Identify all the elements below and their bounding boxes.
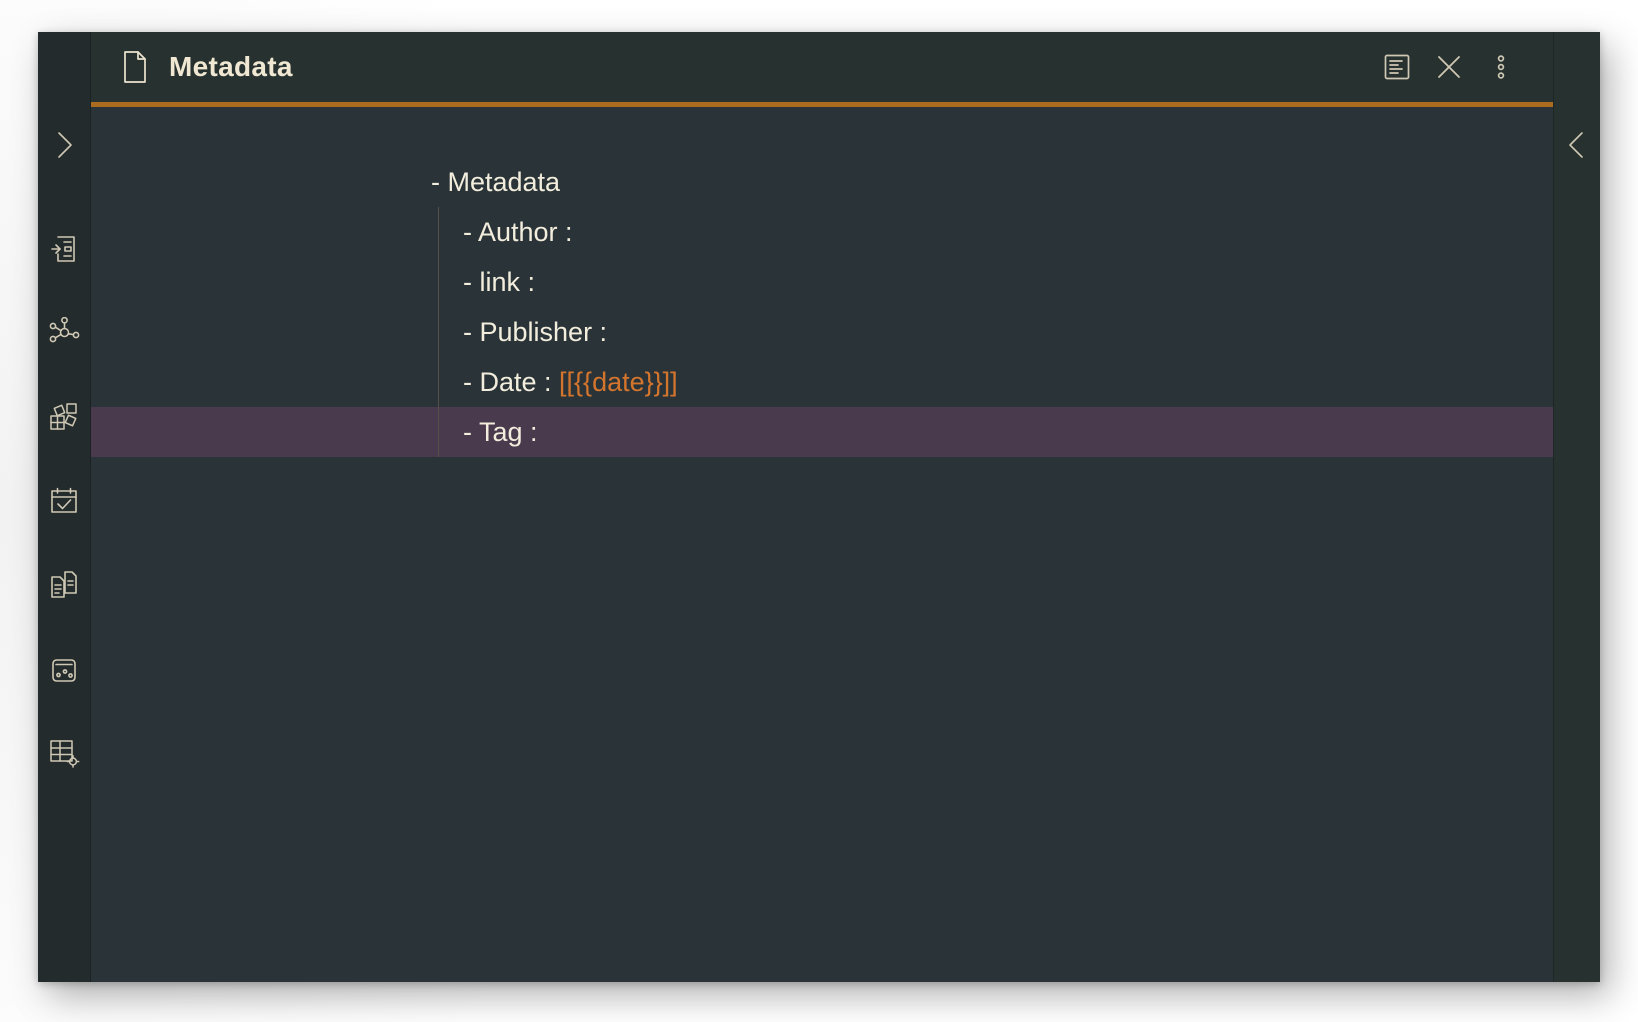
document-import-icon bbox=[49, 234, 79, 264]
sidebar-item-blocks[interactable] bbox=[38, 390, 91, 443]
close-x-icon bbox=[1434, 52, 1464, 82]
outline-row[interactable]: - Date : [[{{date}}]] bbox=[91, 357, 1553, 407]
collapse-panel-button[interactable] bbox=[1554, 118, 1600, 171]
sidebar-item-graph-view[interactable] bbox=[38, 306, 91, 359]
outline-row-selected[interactable]: - Tag : bbox=[91, 407, 1553, 457]
page-backdrop: Metadata bbox=[0, 0, 1638, 1022]
outline-row[interactable]: - link : bbox=[91, 257, 1553, 307]
outline-row-text: - Metadata bbox=[431, 167, 560, 198]
page-title: Metadata bbox=[169, 51, 293, 83]
outline-row-label: - Date : bbox=[463, 367, 559, 397]
indent-guide bbox=[438, 207, 439, 257]
outline-row-text: - Author : bbox=[463, 217, 573, 248]
indent-guide bbox=[438, 407, 439, 457]
sidebar-item-collection[interactable] bbox=[38, 642, 91, 695]
outline-row[interactable]: - Metadata bbox=[91, 157, 1553, 207]
indent-guide bbox=[438, 357, 439, 407]
indent-guide bbox=[438, 257, 439, 307]
note-header: Metadata bbox=[91, 32, 1553, 102]
sidebar-item-documents[interactable] bbox=[38, 558, 91, 611]
outline-row[interactable]: - Author : bbox=[91, 207, 1553, 257]
indent-guide bbox=[438, 307, 439, 357]
outline-row-text: - Publisher : bbox=[463, 317, 607, 348]
jar-icon bbox=[49, 654, 79, 684]
calendar-check-icon bbox=[49, 486, 79, 516]
sidebar-item-table-settings[interactable] bbox=[38, 726, 91, 779]
outline-list: - Metadata - Author : - link : - Publish… bbox=[91, 157, 1553, 457]
table-gear-icon bbox=[49, 737, 80, 768]
right-rail bbox=[1553, 32, 1600, 982]
outline-row-text: - Tag : bbox=[463, 417, 538, 448]
outline-row-text: - Date : [[{{date}}]] bbox=[463, 367, 678, 398]
template-placeholder: [[{{date}}]] bbox=[559, 367, 678, 397]
chevron-left-icon bbox=[1564, 128, 1590, 162]
graph-network-icon bbox=[49, 317, 80, 348]
more-vertical-icon bbox=[1489, 52, 1513, 82]
outline-panel-icon bbox=[1383, 53, 1411, 81]
sidebar-item-tasks[interactable] bbox=[38, 474, 91, 527]
outline-panel-button[interactable] bbox=[1371, 41, 1423, 93]
close-button[interactable] bbox=[1423, 41, 1475, 93]
outline-row-text: - link : bbox=[463, 267, 535, 298]
left-sidebar bbox=[38, 32, 91, 982]
note-body[interactable]: - Metadata - Author : - link : - Publish… bbox=[91, 107, 1553, 982]
more-options-button[interactable] bbox=[1475, 41, 1527, 93]
sidebar-expand-button[interactable] bbox=[38, 118, 91, 171]
outline-row[interactable]: - Publisher : bbox=[91, 307, 1553, 357]
app-window: Metadata bbox=[38, 32, 1600, 982]
sidebar-item-import-note[interactable] bbox=[38, 222, 91, 275]
main-column: Metadata bbox=[91, 32, 1553, 982]
chevron-right-icon bbox=[51, 128, 77, 162]
file-icon bbox=[121, 50, 149, 84]
blocks-grid-icon bbox=[49, 401, 80, 432]
documents-copy-icon bbox=[49, 570, 79, 600]
